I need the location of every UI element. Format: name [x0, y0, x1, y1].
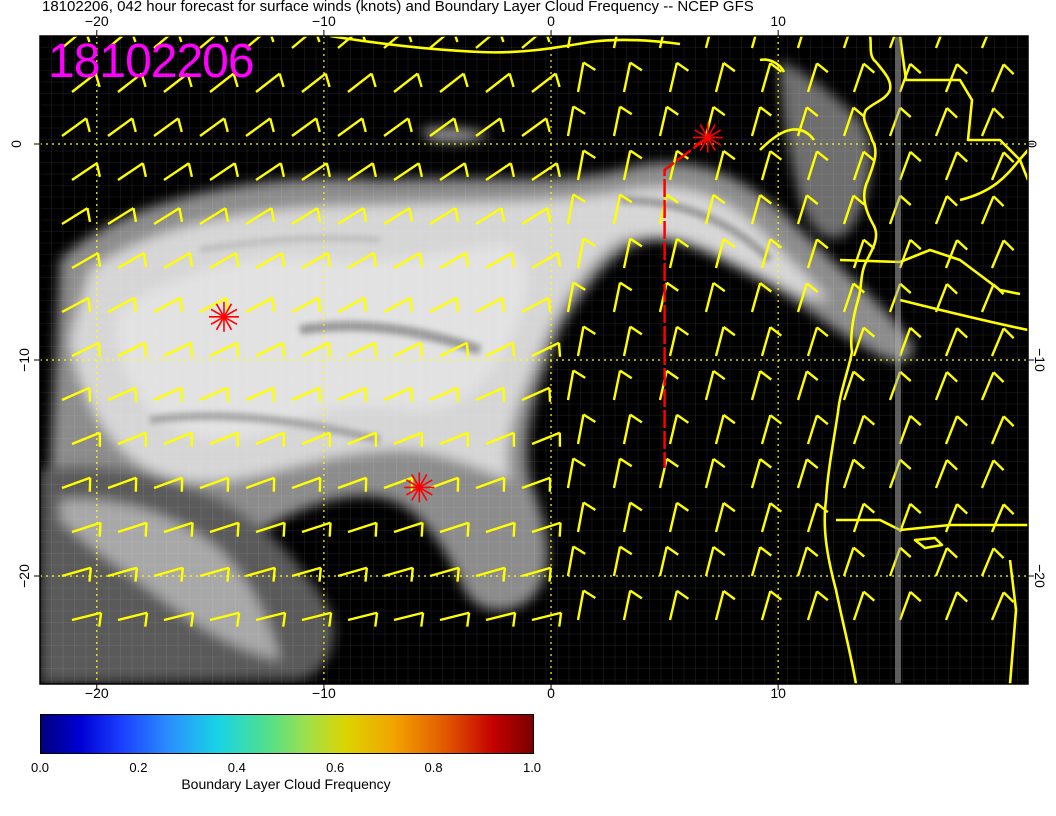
lon-tick-top: −10 [312, 13, 336, 29]
lon-tick-top: 10 [770, 13, 786, 29]
lat-tick-right: 0 [1023, 140, 1040, 148]
colorbar-tick: 0.2 [129, 760, 148, 775]
lat-tick-left: −10 [15, 348, 32, 372]
colorbar-label: Boundary Layer Cloud Frequency [181, 776, 391, 792]
lat-tick-left: −20 [15, 564, 32, 588]
lat-tick-left: 0 [7, 140, 24, 148]
lon-tick-bottom: 10 [770, 685, 786, 701]
colorbar-tick: 0.0 [30, 760, 50, 775]
lon-tick-top: 0 [547, 13, 555, 29]
lat-tick-right: −10 [1031, 348, 1048, 372]
lat-tick-right: −20 [1031, 564, 1048, 588]
map-canvas[interactable] [0, 0, 1056, 816]
lon-tick-bottom: −20 [84, 685, 109, 701]
lon-tick-bottom: 0 [547, 685, 555, 701]
colorbar-tick: 0.4 [227, 760, 246, 775]
lon-tick-bottom: −10 [312, 685, 336, 701]
colorbar-tick: 0.6 [326, 760, 345, 775]
lon-tick-top: −20 [84, 13, 109, 29]
date-label: 18102206 [48, 35, 255, 88]
colorbar-tick: 0.8 [424, 760, 443, 775]
colorbar-tick: 1.0 [522, 760, 542, 775]
colorbar [40, 714, 534, 754]
